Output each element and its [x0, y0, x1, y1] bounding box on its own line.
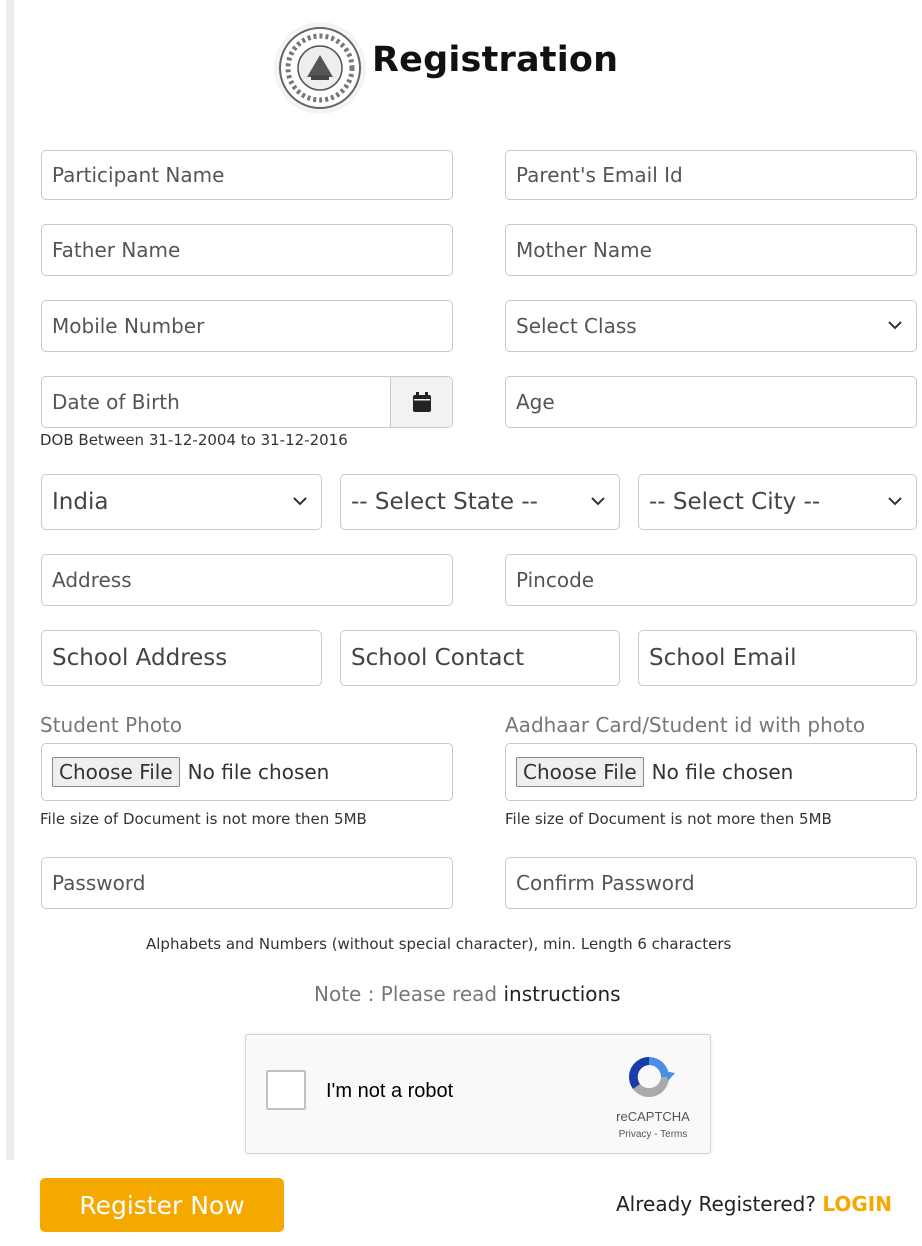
- select-class-dropdown[interactable]: Select Class: [505, 300, 917, 352]
- state-select[interactable]: -- Select State --: [340, 474, 620, 530]
- dob-hint: DOB Between 31-12-2004 to 31-12-2016: [40, 431, 348, 449]
- calendar-icon: [412, 392, 431, 412]
- recaptcha-label: I'm not a robot: [326, 1080, 454, 1102]
- page-title: Registration: [372, 40, 619, 80]
- mother-name-input[interactable]: Mother Name: [505, 224, 917, 276]
- recaptcha-brand: reCAPTCHA: [616, 1109, 690, 1124]
- recaptcha-checkbox[interactable]: [266, 1070, 306, 1110]
- school-contact-placeholder: School Contact: [351, 645, 525, 671]
- city-select[interactable]: -- Select City --: [638, 474, 917, 530]
- chevron-down-icon: [293, 497, 307, 506]
- mobile-number-placeholder: Mobile Number: [52, 314, 205, 338]
- school-email-input[interactable]: School Email: [638, 630, 917, 686]
- pincode-input[interactable]: Pincode: [505, 554, 917, 606]
- no-file-text: No file chosen: [187, 760, 330, 784]
- instructions-link[interactable]: instructions: [503, 982, 620, 1006]
- student-photo-label: Student Photo: [40, 713, 183, 737]
- no-file-text: No file chosen: [651, 760, 794, 784]
- file-size-hint: File size of Document is not more then 5…: [40, 810, 367, 828]
- already-registered: Already Registered? LOGIN: [616, 1192, 892, 1216]
- age-placeholder: Age: [516, 390, 555, 414]
- country-value: India: [52, 489, 109, 515]
- pincode-placeholder: Pincode: [516, 568, 595, 592]
- student-photo-file-input[interactable]: Choose File No file chosen: [41, 743, 453, 801]
- school-email-placeholder: School Email: [649, 645, 797, 671]
- address-input[interactable]: Address: [41, 554, 453, 606]
- city-value: -- Select City --: [649, 489, 821, 515]
- password-placeholder: Password: [52, 871, 146, 895]
- register-now-button[interactable]: Register Now: [40, 1178, 284, 1232]
- father-name-input[interactable]: Father Name: [41, 224, 453, 276]
- left-border: [6, 0, 14, 1160]
- password-input[interactable]: Password: [41, 857, 453, 909]
- address-placeholder: Address: [52, 568, 132, 592]
- chevron-down-icon: [888, 321, 902, 330]
- date-of-birth-input[interactable]: Date of Birth: [41, 376, 453, 428]
- instructions-note: Note : Please read instructions: [314, 982, 621, 1006]
- chevron-down-icon: [591, 497, 605, 506]
- parent-email-input[interactable]: Parent's Email Id: [505, 150, 917, 200]
- date-of-birth-placeholder: Date of Birth: [52, 390, 180, 414]
- confirm-password-placeholder: Confirm Password: [516, 871, 695, 895]
- calendar-button[interactable]: [390, 377, 452, 427]
- age-input[interactable]: Age: [505, 376, 917, 428]
- school-address-placeholder: School Address: [52, 645, 228, 671]
- recaptcha-icon: [629, 1057, 675, 1097]
- already-registered-text: Already Registered?: [616, 1192, 816, 1216]
- school-contact-input[interactable]: School Contact: [340, 630, 620, 686]
- choose-file-button[interactable]: Choose File: [52, 757, 180, 787]
- confirm-password-input[interactable]: Confirm Password: [505, 857, 917, 909]
- participant-name-placeholder: Participant Name: [52, 163, 225, 187]
- select-class-value: Select Class: [516, 314, 637, 338]
- country-select[interactable]: India: [41, 474, 322, 530]
- choose-file-button[interactable]: Choose File: [516, 757, 644, 787]
- aadhaar-file-input[interactable]: Choose File No file chosen: [505, 743, 917, 801]
- recaptcha-widget: I'm not a robot reCAPTCHA Privacy - Term…: [245, 1034, 711, 1154]
- recaptcha-links[interactable]: Privacy - Terms: [598, 1129, 708, 1140]
- school-address-input[interactable]: School Address: [41, 630, 322, 686]
- state-value: -- Select State --: [351, 489, 538, 515]
- parent-email-placeholder: Parent's Email Id: [516, 163, 683, 187]
- aadhaar-label: Aadhaar Card/Student id with photo: [505, 713, 866, 737]
- chevron-down-icon: [888, 497, 902, 506]
- note-prefix: Note : Please read: [314, 982, 498, 1006]
- login-link[interactable]: LOGIN: [822, 1192, 892, 1216]
- mother-name-placeholder: Mother Name: [516, 238, 652, 262]
- password-hint: Alphabets and Numbers (without special c…: [146, 935, 732, 953]
- mobile-number-input[interactable]: Mobile Number: [41, 300, 453, 352]
- father-name-placeholder: Father Name: [52, 238, 181, 262]
- emblem-logo: [274, 22, 366, 114]
- file-size-hint: File size of Document is not more then 5…: [505, 810, 832, 828]
- participant-name-input[interactable]: Participant Name: [41, 150, 453, 200]
